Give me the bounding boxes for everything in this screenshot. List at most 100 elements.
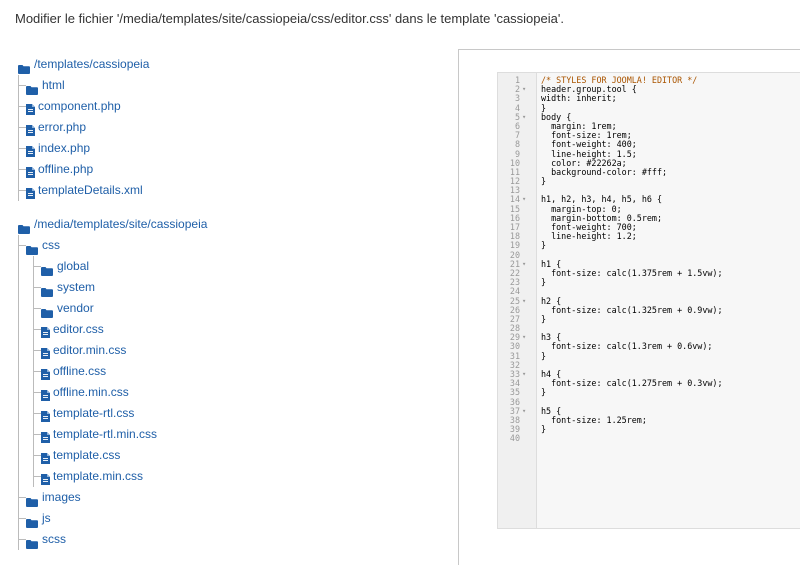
- code-text: font-size: calc(1.3rem + 0.6vw);: [541, 341, 713, 352]
- folder-icon: [41, 262, 53, 276]
- tree-folder-label[interactable]: images: [42, 487, 81, 508]
- tree-file[interactable]: template-rtl.css: [41, 403, 438, 424]
- code-line: 35}: [498, 388, 800, 397]
- code-text: }: [541, 350, 547, 361]
- code-text: }: [541, 387, 547, 398]
- fold-toggle-icon[interactable]: ▾: [522, 113, 526, 122]
- file-icon: [26, 143, 35, 157]
- code-line: 40: [498, 434, 800, 443]
- line-number: 40: [509, 433, 520, 444]
- code-text: font-size: calc(1.275rem + 0.3vw);: [541, 378, 723, 389]
- tree-children: css global system vendor editor.css editor.m…: [18, 235, 438, 550]
- file-icon: [41, 387, 50, 401]
- tree-folder-css[interactable]: css: [26, 235, 438, 256]
- tree-folder[interactable]: vendor: [41, 298, 438, 319]
- fold-toggle-icon[interactable]: ▾: [522, 333, 526, 342]
- tree-file[interactable]: component.php: [26, 96, 438, 117]
- tree-file[interactable]: template-rtl.min.css: [41, 424, 438, 445]
- code-line: 27}: [498, 313, 800, 324]
- folder-icon: [41, 283, 53, 297]
- tree-folder[interactable]: images: [26, 487, 438, 508]
- fold-toggle-icon[interactable]: ▾: [522, 370, 526, 379]
- tree-folder-label[interactable]: html: [42, 75, 65, 96]
- fold-toggle-icon[interactable]: ▾: [522, 85, 526, 94]
- tree-file[interactable]: index.php: [26, 138, 438, 159]
- code-text: font-size: calc(1.375rem + 1.5vw);: [541, 267, 723, 278]
- tree-folder[interactable]: html: [26, 75, 438, 96]
- tree-folder-label[interactable]: system: [57, 277, 95, 298]
- fold-toggle-icon[interactable]: ▾: [522, 297, 526, 306]
- tree-children: global system vendor editor.css editor.min.c…: [33, 256, 438, 487]
- code-line: 23}: [498, 277, 800, 288]
- code-text: }: [541, 424, 547, 435]
- tree-folder[interactable]: global: [41, 256, 438, 277]
- tree-file-label[interactable]: error.php: [38, 117, 86, 138]
- tree-file-label[interactable]: template.css: [53, 445, 120, 466]
- tree-folder-label[interactable]: js: [42, 508, 51, 529]
- tree-file-label[interactable]: offline.css: [53, 361, 106, 382]
- code-text: }: [541, 277, 547, 288]
- tree-file[interactable]: template.min.css: [41, 466, 438, 487]
- file-icon: [41, 345, 50, 359]
- folder-icon: [26, 241, 38, 255]
- tree-folder[interactable]: js: [26, 508, 438, 529]
- code-line: 19}: [498, 241, 800, 250]
- file-icon: [41, 408, 50, 422]
- tree-file[interactable]: editor.css: [41, 319, 438, 340]
- code-line: 31}: [498, 350, 800, 361]
- tree-file-label[interactable]: editor.min.css: [53, 340, 126, 361]
- tree-root-templates[interactable]: /templates/cassiopeia: [18, 54, 438, 75]
- file-icon: [26, 164, 35, 178]
- tree-file-label[interactable]: offline.min.css: [53, 382, 129, 403]
- tree-folder-label[interactable]: vendor: [57, 298, 94, 319]
- file-icon: [41, 366, 50, 380]
- tree-file-label[interactable]: templateDetails.xml: [38, 180, 143, 201]
- tree-folder-label[interactable]: global: [57, 256, 89, 277]
- folder-icon: [26, 81, 38, 95]
- folder-icon: [26, 514, 38, 528]
- file-tree: /templates/cassiopeia html component.php e…: [18, 54, 438, 563]
- tree-folder[interactable]: scss: [26, 529, 438, 550]
- tree-file[interactable]: error.php: [26, 117, 438, 138]
- code-text: font-size: 1.25rem;: [541, 414, 647, 425]
- code-text: font-size: calc(1.325rem + 0.9vw);: [541, 304, 723, 315]
- folder-icon: [41, 304, 53, 318]
- fold-toggle-icon[interactable]: ▾: [522, 407, 526, 416]
- folder-icon: [18, 220, 30, 234]
- file-icon: [41, 429, 50, 443]
- file-icon: [41, 450, 50, 464]
- page-title: Modifier le fichier '/media/templates/si…: [15, 11, 564, 26]
- tree-file-label[interactable]: index.php: [38, 138, 90, 159]
- tree-file[interactable]: template.css: [41, 445, 438, 466]
- fold-toggle-icon[interactable]: ▾: [522, 195, 526, 204]
- tree-root-label[interactable]: /templates/cassiopeia: [34, 54, 149, 75]
- code-line: 12}: [498, 176, 800, 186]
- tree-file-label[interactable]: editor.css: [53, 319, 104, 340]
- code-editor[interactable]: 1/* STYLES FOR JOOMLA! EDITOR */2 ▾ header…: [497, 72, 800, 529]
- tree-file[interactable]: templateDetails.xml: [26, 180, 438, 201]
- tree-children: html component.php error.php index.php offli…: [18, 75, 438, 201]
- tree-file-label[interactable]: template.min.css: [53, 466, 143, 487]
- folder-icon: [18, 60, 30, 74]
- code-line: 39}: [498, 424, 800, 435]
- tree-file-label[interactable]: template-rtl.css: [53, 403, 134, 424]
- file-icon: [26, 101, 35, 115]
- tree-file-label[interactable]: template-rtl.min.css: [53, 424, 157, 445]
- file-icon: [41, 471, 50, 485]
- tree-file-label[interactable]: component.php: [38, 96, 121, 117]
- tree-folder[interactable]: system: [41, 277, 438, 298]
- tree-root-media[interactable]: /media/templates/site/cassiopeia: [18, 214, 438, 235]
- tree-file[interactable]: offline.min.css: [41, 382, 438, 403]
- tree-root-label[interactable]: /media/templates/site/cassiopeia: [34, 214, 207, 235]
- tree-file-label[interactable]: offline.php: [38, 159, 93, 180]
- code-text: line-height: 1.2;: [541, 231, 637, 242]
- tree-file[interactable]: offline.php: [26, 159, 438, 180]
- tree-file[interactable]: editor.min.css: [41, 340, 438, 361]
- folder-icon: [26, 535, 38, 549]
- tree-folder-label[interactable]: scss: [42, 529, 66, 550]
- code-text: }: [541, 313, 547, 324]
- tree-folder-label[interactable]: css: [42, 235, 60, 256]
- file-icon: [26, 185, 35, 199]
- fold-toggle-icon[interactable]: ▾: [522, 260, 526, 269]
- tree-file[interactable]: offline.css: [41, 361, 438, 382]
